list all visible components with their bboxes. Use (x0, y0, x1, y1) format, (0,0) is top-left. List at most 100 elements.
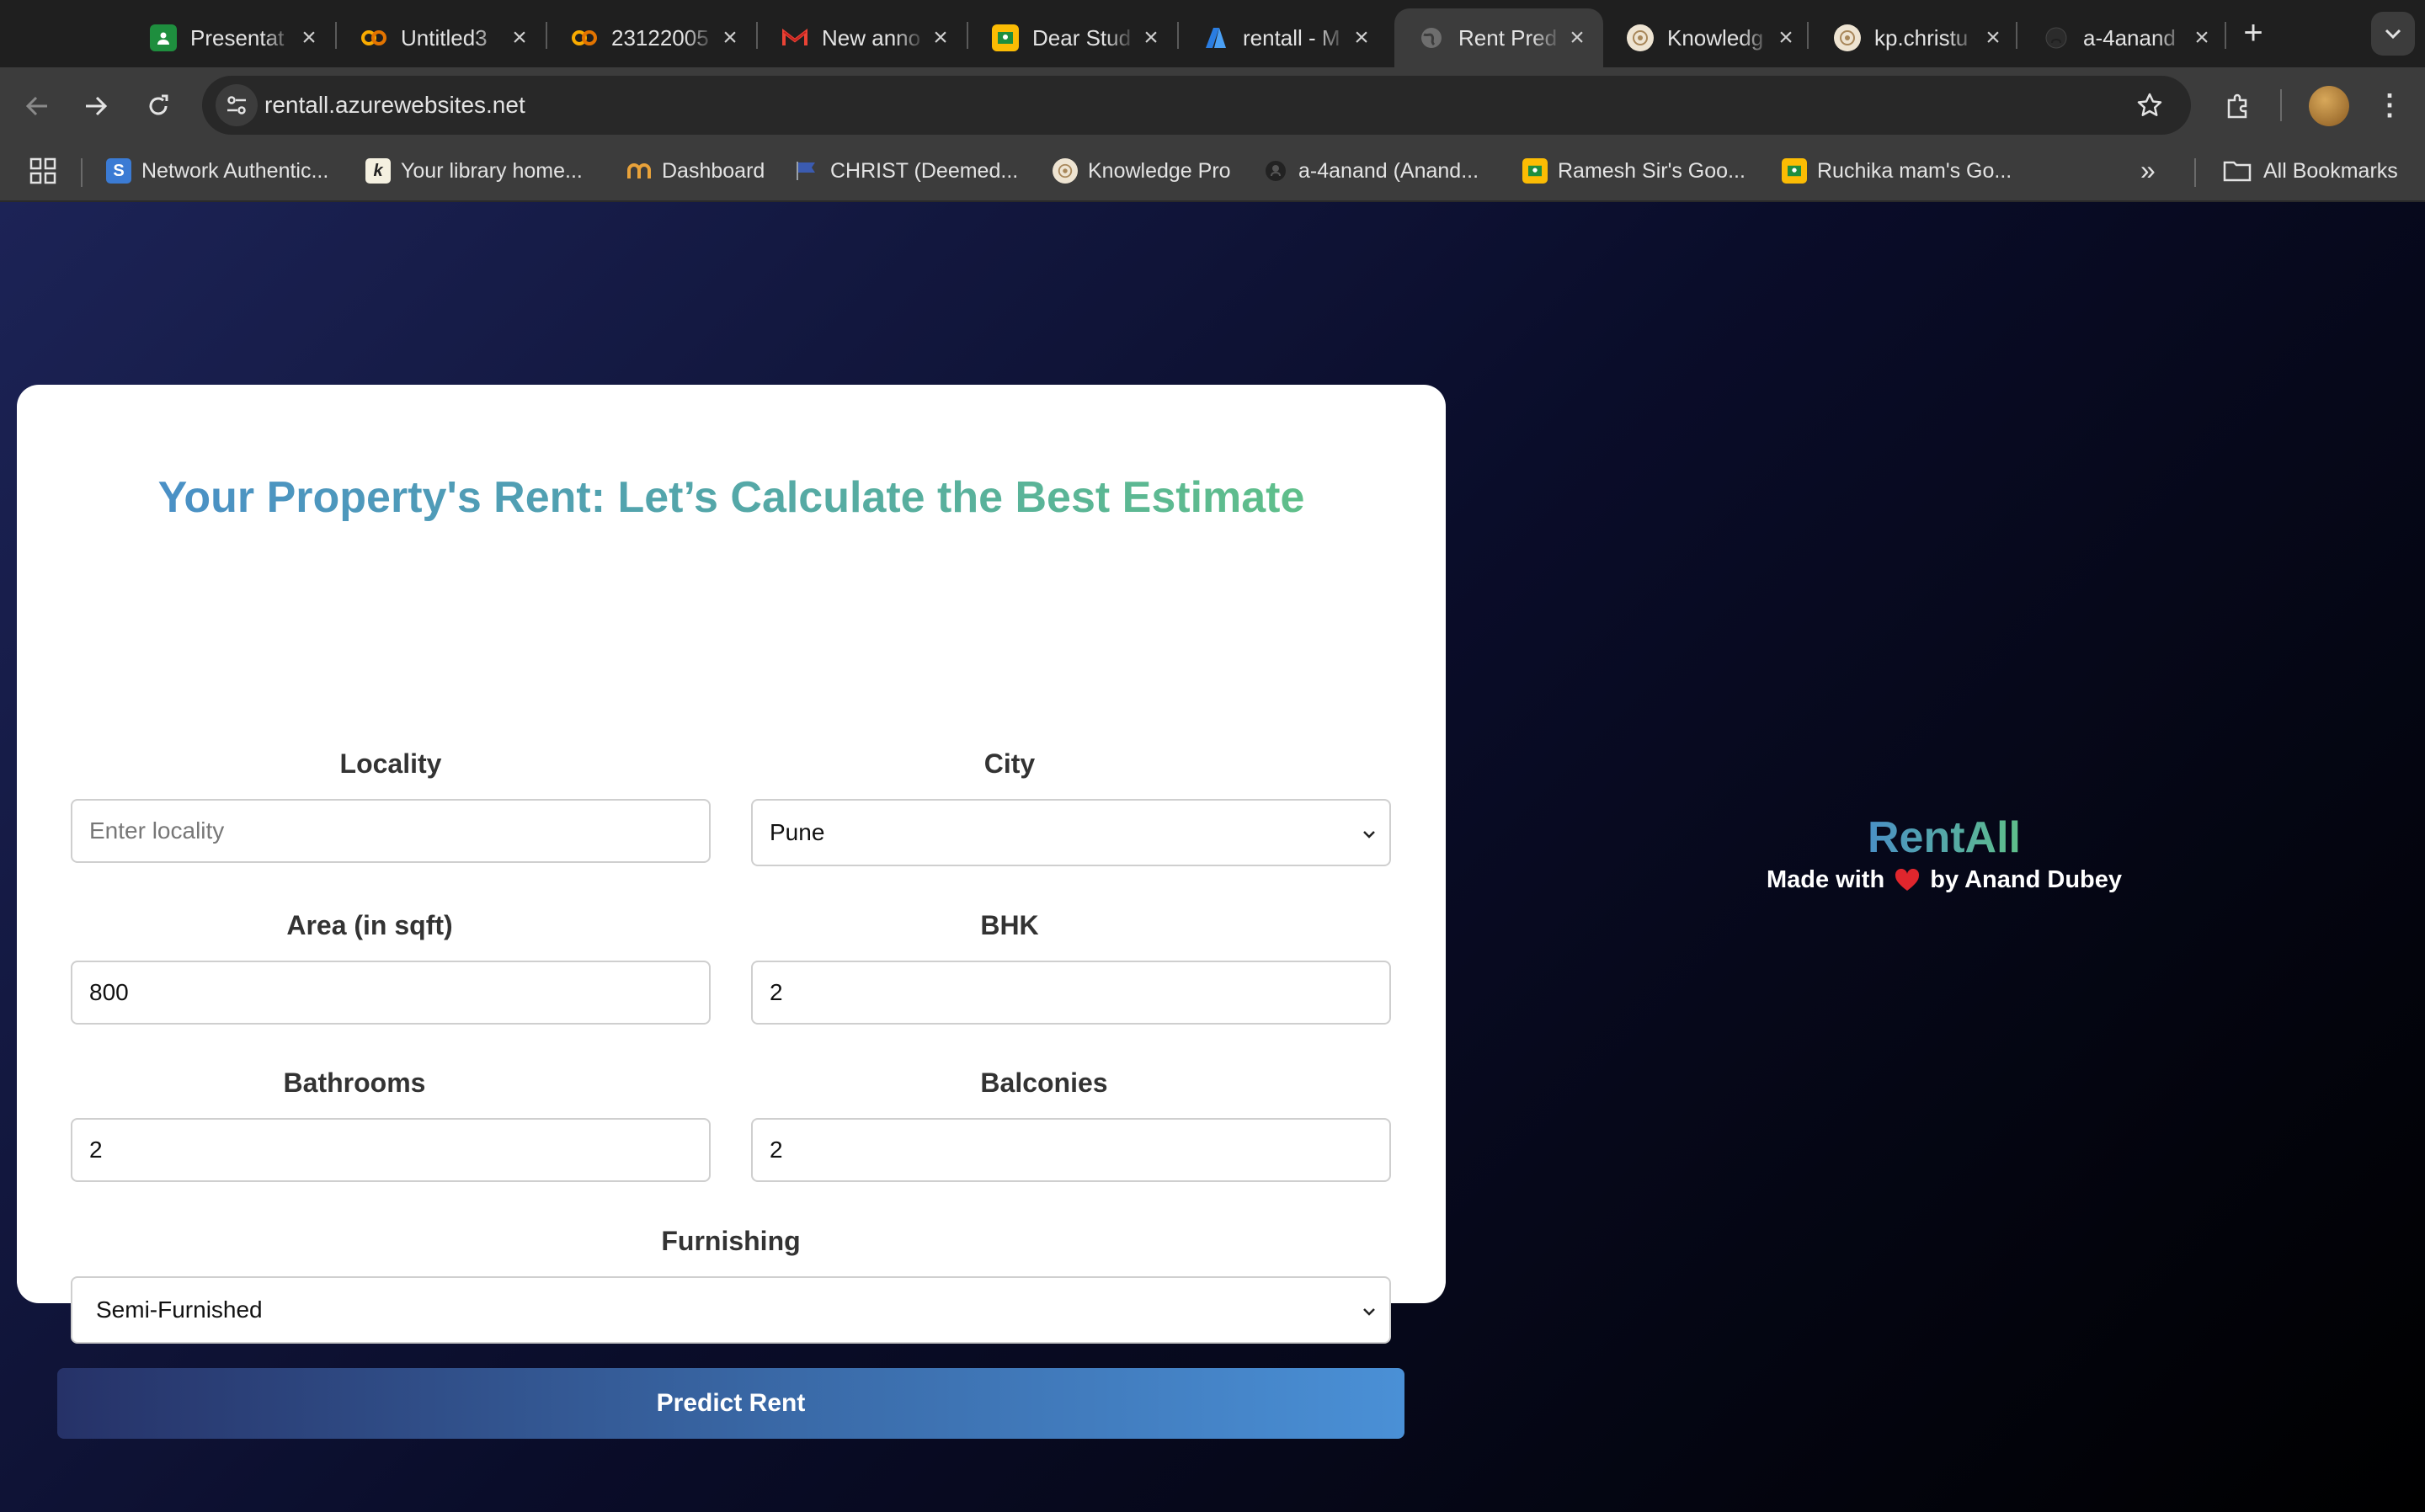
tab-title: 23122005 (611, 24, 709, 51)
tab-untitled3[interactable]: Untitled3 × (337, 8, 546, 67)
tab-github[interactable]: a-4anand × (2019, 8, 2228, 67)
more-menu-icon[interactable]: ⋮ (2368, 84, 2412, 128)
chevron-down-icon (1363, 831, 1375, 839)
profile-avatar[interactable] (2309, 86, 2349, 126)
bookmark-label: Dashboard (662, 158, 765, 183)
close-icon[interactable]: × (1772, 24, 1800, 52)
tab-title: kp.christu (1874, 24, 1969, 51)
brand-credit: Made with by Anand Dubey (1755, 866, 2134, 894)
close-icon[interactable]: × (505, 24, 534, 52)
address-bar[interactable]: rentall.azurewebsites.net (202, 76, 2191, 135)
bookmark-christ[interactable]: CHRIST (Deemed... (795, 154, 1018, 188)
balconies-value: 2 (770, 1137, 783, 1163)
predict-rent-button[interactable]: Predict Rent (57, 1368, 1404, 1439)
bookmark-dashboard[interactable]: Dashboard (626, 154, 765, 188)
page-title-text: Your Property's Rent: Let’s Calculate th… (157, 473, 1305, 522)
bookmark-star-icon[interactable] (2130, 86, 2169, 125)
tab-classroom[interactable]: Dear Stud × (968, 8, 1177, 67)
bhk-input[interactable]: 2 (751, 961, 1391, 1025)
christ-logo-icon (1834, 24, 1861, 51)
tab-gmail[interactable]: New anno × (758, 8, 967, 67)
bathrooms-value: 2 (89, 1137, 103, 1163)
double-chevron-right-icon[interactable]: » (2140, 155, 2156, 186)
city-select[interactable]: Pune (751, 799, 1391, 866)
tab-presentation[interactable]: Presentat × (126, 8, 335, 67)
tab-title: a-4anand (2083, 24, 2176, 51)
colab-icon (360, 24, 387, 51)
tab-separator (2225, 22, 2226, 49)
github-icon (1263, 158, 1288, 184)
site-info-button[interactable] (216, 84, 258, 126)
reload-button[interactable] (136, 84, 180, 128)
bookmark-network-auth[interactable]: S Network Authentic... (106, 154, 328, 188)
close-icon[interactable]: × (716, 24, 744, 52)
bookmark-label: CHRIST (Deemed... (830, 158, 1019, 183)
bookmark-library[interactable]: k Your library home... (365, 154, 583, 188)
arrow-left-icon (25, 96, 47, 116)
gmail-icon (781, 24, 808, 51)
tab-separator (1807, 22, 1809, 49)
christ-logo-icon (1053, 158, 1078, 184)
tab-strip: Presentat × Untitled3 × 23122005 × New a… (0, 0, 2425, 67)
folder-icon (2223, 161, 2252, 182)
close-icon[interactable]: × (2188, 24, 2216, 52)
page-background: Your Property's Rent: Let’s Calculate th… (0, 202, 2425, 1512)
s-logo-icon: S (106, 158, 131, 184)
tune-icon (227, 96, 246, 114)
close-icon[interactable]: × (926, 24, 955, 52)
tab-title: Dear Stud (1032, 24, 1132, 51)
tab-title: Presentat (190, 24, 285, 51)
bookmark-github[interactable]: a-4anand (Anand... (1263, 154, 1479, 188)
url-text[interactable]: rentall.azurewebsites.net (264, 92, 525, 119)
tab-rentall-azure[interactable]: rentall - M × (1179, 8, 1388, 67)
tab-knowledge[interactable]: Knowledg × (1603, 8, 1812, 67)
github-icon (2043, 24, 2070, 51)
tab-rent-prediction[interactable]: Rent Pred × (1394, 8, 1603, 67)
locality-label: Locality (339, 748, 442, 779)
close-icon[interactable]: × (1347, 24, 1376, 52)
new-tab-button[interactable]: + (2233, 13, 2273, 54)
furnishing-select[interactable]: Semi-Furnished (71, 1276, 1391, 1344)
area-label: Area (in sqft) (286, 910, 453, 940)
tab-title: Rent Pred (1458, 24, 1558, 51)
balconies-input[interactable]: 2 (751, 1118, 1391, 1182)
google-classroom-icon (1782, 158, 1807, 184)
bookmark-ruchika[interactable]: Ruchika mam's Go... (1782, 154, 2012, 188)
reload-icon (149, 94, 168, 115)
close-icon[interactable]: × (295, 24, 323, 52)
bookmark-knowledge-pro[interactable]: Knowledge Pro (1053, 154, 1231, 188)
brand-name-text: RentAll (1868, 813, 2021, 862)
locality-input[interactable]: Enter locality (71, 799, 711, 863)
k-logo-icon: k (365, 158, 391, 184)
bookmark-ramesh[interactable]: Ramesh Sir's Goo... (1522, 154, 1745, 188)
christ-logo-icon (1627, 24, 1654, 51)
balconies-label: Balconies (980, 1067, 1108, 1098)
close-icon[interactable]: × (1563, 24, 1591, 52)
bathrooms-input[interactable]: 2 (71, 1118, 711, 1182)
area-input[interactable]: 800 (71, 961, 711, 1025)
area-value: 800 (89, 979, 129, 1005)
extensions-button[interactable] (2216, 84, 2260, 128)
rent-form-card: Your Property's Rent: Let’s Calculate th… (17, 385, 1446, 1439)
forward-button[interactable] (74, 84, 118, 128)
arrow-right-icon (86, 96, 108, 116)
all-bookmarks-button[interactable]: All Bookmarks (2223, 154, 2398, 188)
bookmark-label: Network Authentic... (141, 158, 329, 183)
flag-icon (795, 158, 820, 184)
tab-kp-christ[interactable]: kp.christu × (1810, 8, 2019, 67)
brand-footer: RentAll Made with by Anand Dubey (1755, 812, 2134, 894)
tab-title: New anno (822, 24, 921, 51)
google-slides-icon (150, 24, 177, 51)
close-icon[interactable]: × (1137, 24, 1165, 52)
tab-search-button[interactable] (2371, 12, 2415, 56)
brand-name: RentAll (1755, 812, 2134, 863)
back-button[interactable] (15, 84, 59, 128)
city-label: City (983, 748, 1036, 779)
bookmark-label: Ruchika mam's Go... (1817, 158, 2012, 183)
close-icon[interactable]: × (1979, 24, 2007, 52)
apps-grid-icon[interactable] (29, 157, 57, 185)
tab-title: rentall - M (1243, 24, 1340, 51)
bookmark-label: Ramesh Sir's Goo... (1558, 158, 1745, 183)
puzzle-icon (2227, 93, 2247, 119)
tab-23122005[interactable]: 23122005 × (547, 8, 756, 67)
